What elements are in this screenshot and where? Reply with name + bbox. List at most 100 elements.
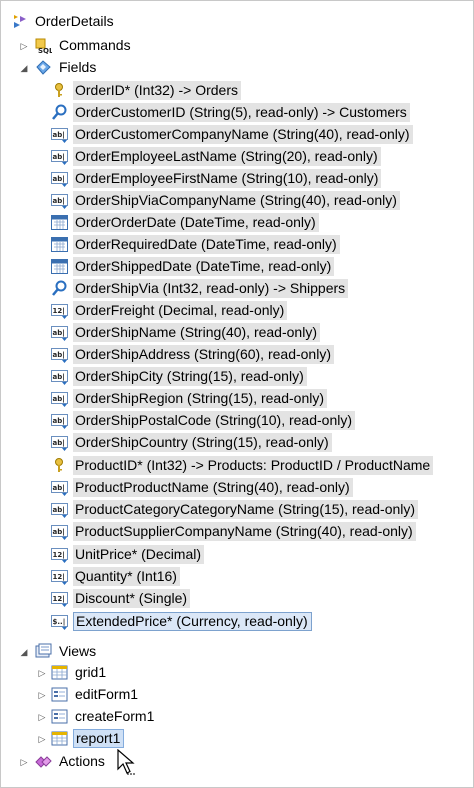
data-controller-icon (14, 15, 26, 28)
expand-commands-icon[interactable]: ▷ (19, 41, 29, 51)
svg-text:12|: 12| (53, 595, 65, 604)
view-label: createForm1 (75, 708, 155, 724)
field-label: UnitPrice* (Decimal) (73, 545, 205, 564)
field-item[interactable]: ab| OrderShipName (String(40), read-only… (51, 322, 320, 343)
collapse-fields-icon[interactable]: ◢ (19, 63, 29, 73)
field-item[interactable]: OrderID* (Int32) -> Orders (51, 80, 241, 101)
svg-text:12|: 12| (53, 307, 65, 316)
field-item[interactable]: OrderCustomerID (String(5), read-only) -… (51, 102, 410, 123)
svg-text:ab|: ab| (53, 395, 65, 404)
mouse-cursor-icon (117, 749, 135, 775)
svg-text:ab|: ab| (53, 175, 65, 184)
field-item[interactable]: 12| Discount* (Single) (51, 588, 191, 609)
field-item[interactable]: ProductID* (Int32) -> Products: ProductI… (51, 455, 434, 476)
form-view-icon (51, 687, 68, 702)
field-item[interactable]: OrderOrderDate (DateTime, read-only) (51, 212, 319, 233)
view-label: report1 (73, 729, 125, 748)
tree-view: OrderDetails ▷ SQL Commands ◢ Fields Ord… (0, 0, 474, 788)
fields-icon (36, 60, 51, 75)
field-label: ProductID* (Int32) -> Products: ProductI… (73, 456, 434, 475)
tree-node-views[interactable]: Views (35, 641, 99, 662)
view-label: editForm1 (75, 686, 139, 702)
field-item[interactable]: ab| OrderShipCity (String(15), read-only… (51, 366, 307, 387)
collapse-views-icon[interactable]: ◢ (19, 647, 29, 657)
svg-text:ab|: ab| (53, 329, 65, 338)
grid-view-icon (51, 731, 68, 746)
view-item-editform1[interactable]: editForm1 (51, 684, 141, 705)
numeric-field-icon: 12| (51, 548, 68, 563)
field-item[interactable]: ab| OrderCustomerCompanyName (String(40)… (51, 124, 413, 145)
field-item[interactable]: ab| OrderEmployeeFirstName (String(10), … (51, 168, 382, 189)
expand-grid1-icon[interactable]: ▷ (37, 668, 47, 678)
field-label: OrderEmployeeFirstName (String(10), read… (73, 169, 382, 188)
field-label: ProductProductName (String(40), read-onl… (73, 478, 353, 497)
text-field-icon: ab| (51, 150, 68, 165)
field-item[interactable]: OrderShippedDate (DateTime, read-only) (51, 256, 335, 277)
form-view-icon (51, 709, 68, 724)
field-item[interactable]: ab| ProductCategoryCategoryName (String(… (51, 499, 419, 520)
field-label: OrderShipName (String(40), read-only) (73, 323, 320, 342)
views-label: Views (59, 643, 97, 659)
tree-node-actions[interactable]: Actions (35, 751, 108, 772)
field-item[interactable]: 12| Quantity* (Int16) (51, 566, 180, 587)
field-label: ExtendedPrice* (Currency, read-only) (73, 612, 312, 631)
field-label: OrderShipVia (Int32, read-only) -> Shipp… (73, 279, 349, 298)
grid-view-icon (51, 665, 68, 680)
field-item[interactable]: ab| OrderShipPostalCode (String(10), rea… (51, 410, 356, 431)
expand-report1-icon[interactable]: ▷ (37, 734, 47, 744)
svg-text:12|: 12| (53, 551, 65, 560)
svg-text:ab|: ab| (53, 417, 65, 426)
field-item[interactable]: ab| OrderShipViaCompanyName (String(40),… (51, 190, 400, 211)
svg-text:ab|: ab| (53, 373, 65, 382)
numeric-field-icon: 12| (51, 592, 68, 607)
text-field-icon: ab| (51, 128, 68, 143)
field-label: Discount* (Single) (73, 589, 191, 608)
text-field-icon: ab| (51, 172, 68, 187)
field-label: OrderOrderDate (DateTime, read-only) (73, 213, 319, 232)
view-item-report1[interactable]: report1 (51, 728, 125, 749)
field-item[interactable]: ab| ProductProductName (String(40), read… (51, 477, 353, 498)
key-icon (55, 458, 63, 472)
field-item[interactable]: ab| OrderShipAddress (String(60), read-o… (51, 344, 334, 365)
view-item-grid1[interactable]: grid1 (51, 662, 109, 683)
field-item[interactable]: ab| ProductSupplierCompanyName (String(4… (51, 521, 416, 542)
calendar-icon (51, 215, 68, 230)
field-label: OrderShipCountry (String(15), read-only) (73, 433, 332, 452)
field-label: OrderShipAddress (String(60), read-only) (73, 345, 334, 364)
numeric-field-icon: 12| (51, 304, 68, 319)
field-item[interactable]: 12| OrderFreight (Decimal, read-only) (51, 300, 288, 321)
expand-editform1-icon[interactable]: ▷ (37, 690, 47, 700)
field-item[interactable]: ab| OrderShipCountry (String(15), read-o… (51, 432, 332, 453)
expand-createform1-icon[interactable]: ▷ (37, 712, 47, 722)
field-label: OrderFreight (Decimal, read-only) (73, 301, 288, 320)
field-item[interactable]: OrderShipVia (Int32, read-only) -> Shipp… (51, 278, 349, 299)
text-field-icon: ab| (51, 348, 68, 363)
text-field-icon: ab| (51, 392, 68, 407)
text-field-icon: ab| (51, 525, 68, 540)
tree-node-root[interactable]: OrderDetails (11, 11, 117, 32)
field-item[interactable]: ab| OrderEmployeeLastName (String(20), r… (51, 146, 381, 167)
field-item[interactable]: OrderRequiredDate (DateTime, read-only) (51, 234, 340, 255)
currency-field-icon: $..| (51, 615, 68, 630)
sql-command-icon: SQL (35, 38, 52, 54)
field-item[interactable]: ab| OrderShipRegion (String(15), read-on… (51, 388, 327, 409)
field-item-selected[interactable]: $..| ExtendedPrice* (Currency, read-only… (51, 611, 312, 632)
tree-node-commands[interactable]: SQL Commands (35, 35, 134, 56)
field-label: OrderEmployeeLastName (String(20), read-… (73, 147, 381, 166)
actions-icon (35, 756, 52, 768)
key-icon (55, 83, 63, 97)
text-field-icon: ab| (51, 414, 68, 429)
expand-actions-icon[interactable]: ▷ (19, 757, 29, 767)
text-field-icon: ab| (51, 326, 68, 341)
lookup-icon (52, 104, 67, 120)
svg-text:ab|: ab| (53, 153, 65, 162)
tree-node-fields[interactable]: Fields (35, 57, 99, 78)
field-label: OrderID* (Int32) -> Orders (73, 81, 241, 100)
text-field-icon: ab| (51, 370, 68, 385)
field-label: OrderRequiredDate (DateTime, read-only) (73, 235, 340, 254)
field-item[interactable]: 12| UnitPrice* (Decimal) (51, 544, 205, 565)
view-item-createform1[interactable]: createForm1 (51, 706, 157, 727)
text-field-icon: ab| (51, 481, 68, 496)
view-label: grid1 (75, 664, 107, 680)
svg-text:$..|: $..| (53, 618, 66, 627)
